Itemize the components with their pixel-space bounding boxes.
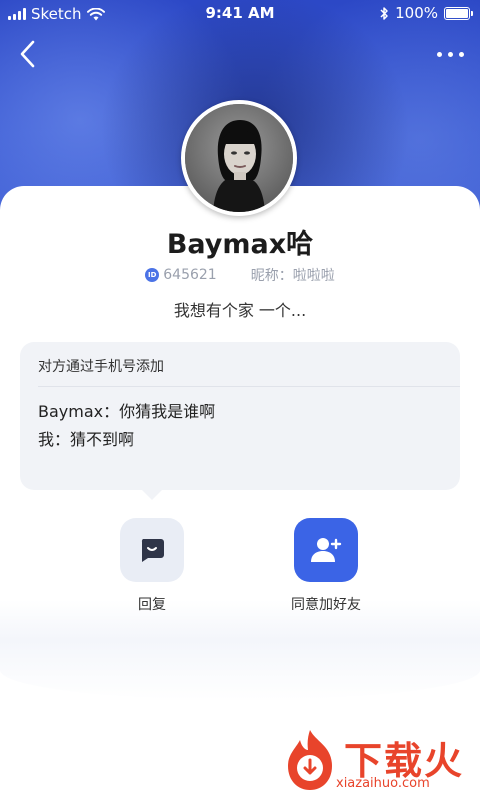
status-right: 100% bbox=[379, 4, 473, 22]
request-message-line: 我：猜不到啊 bbox=[38, 430, 135, 449]
chat-bubble-icon bbox=[141, 539, 164, 562]
more-dot-icon bbox=[436, 51, 442, 57]
divider bbox=[38, 386, 460, 387]
status-bar: Sketch 9:41 AM 100% bbox=[0, 0, 480, 28]
battery-percent: 100% bbox=[395, 4, 438, 22]
friend-request-message-box: 对方通过手机号添加 Baymax：你猜我是谁啊 我：猜不到啊 bbox=[20, 342, 460, 500]
watermark-logo: 下载火 xiazaihuo.com bbox=[280, 728, 475, 796]
request-message-line: Baymax：你猜我是谁啊 bbox=[38, 402, 216, 421]
flame-logo-icon bbox=[288, 730, 332, 790]
reply-button[interactable] bbox=[120, 518, 184, 582]
avatar[interactable] bbox=[181, 100, 297, 216]
accept-friend-button[interactable] bbox=[294, 518, 358, 582]
reply-label: 回复 bbox=[138, 597, 166, 613]
profile-id: 645621 bbox=[163, 267, 217, 283]
request-message-list: Baymax：你猜我是谁啊 我：猜不到啊 bbox=[38, 398, 215, 454]
more-dot-icon bbox=[447, 51, 453, 57]
profile-name: Baymax哈 bbox=[166, 229, 314, 260]
battery-icon bbox=[444, 6, 473, 20]
card-bottom-curve bbox=[0, 600, 480, 700]
chevron-left-icon bbox=[20, 40, 35, 68]
back-button[interactable] bbox=[14, 38, 44, 70]
watermark-url: xiazaihuo.com bbox=[336, 776, 430, 791]
avatar-portrait-image bbox=[185, 104, 293, 212]
more-options-button[interactable] bbox=[430, 44, 470, 64]
reply-action: 回复 bbox=[92, 518, 212, 614]
accept-friend-label: 同意加好友 bbox=[291, 597, 361, 613]
profile-signature: 我想有个家 一个... bbox=[173, 301, 307, 320]
accept-friend-action: 同意加好友 bbox=[266, 518, 386, 614]
id-icon: ID bbox=[145, 268, 160, 282]
more-dot-icon bbox=[458, 51, 464, 57]
add-user-icon bbox=[311, 538, 342, 562]
profile-meta: ID 645621 昵称：啦啦啦 bbox=[0, 265, 480, 285]
request-source-label: 对方通过手机号添加 bbox=[38, 359, 164, 375]
profile-nickname: 昵称：啦啦啦 bbox=[250, 268, 335, 284]
bluetooth-icon bbox=[380, 6, 388, 20]
